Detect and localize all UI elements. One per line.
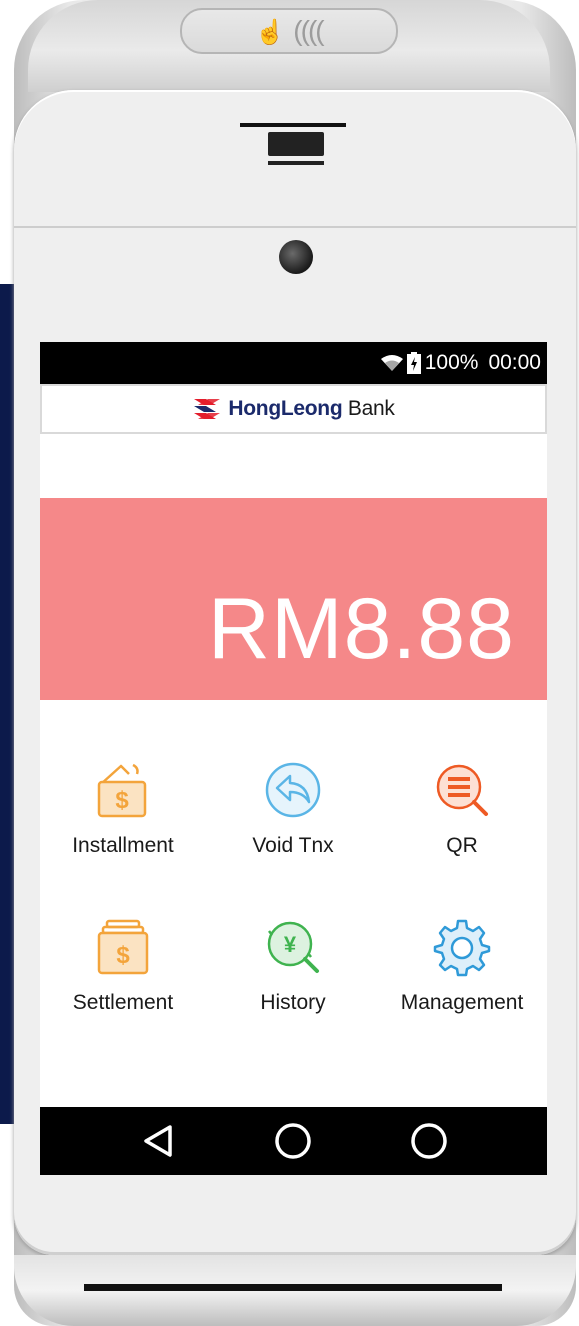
yen-search-icon: ¥ (267, 921, 319, 973)
menu-item-installment[interactable]: $ Installment (40, 760, 208, 880)
cash-stack-dollar-icon: $ (97, 919, 149, 975)
list-search-icon (436, 764, 488, 816)
menu-label: Void Tnx (252, 834, 334, 857)
card-slot (84, 1284, 502, 1291)
menu-item-history[interactable]: ¥ History (208, 917, 378, 1037)
bank-name: HongLeong Bank (228, 397, 395, 420)
recents-icon (411, 1123, 447, 1159)
battery-icon (406, 352, 421, 374)
home-icon (275, 1123, 312, 1159)
back-icon (144, 1125, 172, 1157)
status-time: 00:00 (488, 351, 541, 374)
menu-item-management[interactable]: Management (377, 917, 547, 1037)
menu-label: Management (400, 991, 524, 1014)
status-bar: 100% 00:00 (40, 342, 547, 384)
svg-text:$: $ (115, 787, 129, 814)
menu-label: Settlement (72, 991, 174, 1014)
wallet-dollar-icon: $ (97, 763, 147, 818)
nfc-contactless-icon: ☝(((( (180, 8, 398, 54)
menu-item-qr[interactable]: QR (377, 760, 547, 880)
terminal-screen: 100% 00:00 HongLeong Bank RM8.88 $ Insta… (40, 342, 547, 1175)
nav-recents-button[interactable] (399, 1111, 459, 1171)
wifi-icon (380, 355, 403, 371)
undo-arrow-icon (265, 762, 321, 818)
printer-slot (268, 132, 324, 156)
menu-label: QR (446, 834, 478, 857)
amount-panel: RM8.88 (40, 498, 547, 700)
printer-lip (240, 123, 346, 127)
svg-text:¥: ¥ (284, 932, 297, 957)
menu-label: Installment (72, 834, 174, 857)
nav-back-button[interactable] (128, 1111, 188, 1171)
front-camera (279, 240, 313, 274)
printer-slot-edge (268, 161, 324, 165)
svg-text:$: $ (116, 942, 130, 969)
nav-home-button[interactable] (263, 1111, 323, 1171)
android-nav-bar (40, 1107, 547, 1175)
menu-item-settlement[interactable]: $ Settlement (40, 917, 208, 1037)
battery-percentage: 100% (424, 351, 479, 374)
bezel-divider (14, 226, 576, 228)
gear-icon (433, 919, 491, 977)
hong-leong-logo-icon (194, 399, 221, 419)
menu-item-void-tnx[interactable]: Void Tnx (208, 760, 378, 880)
payment-amount: RM8.88 (207, 581, 515, 677)
background-strip (0, 284, 14, 1124)
app-header: HongLeong Bank (40, 384, 547, 434)
menu-label: History (260, 991, 326, 1014)
